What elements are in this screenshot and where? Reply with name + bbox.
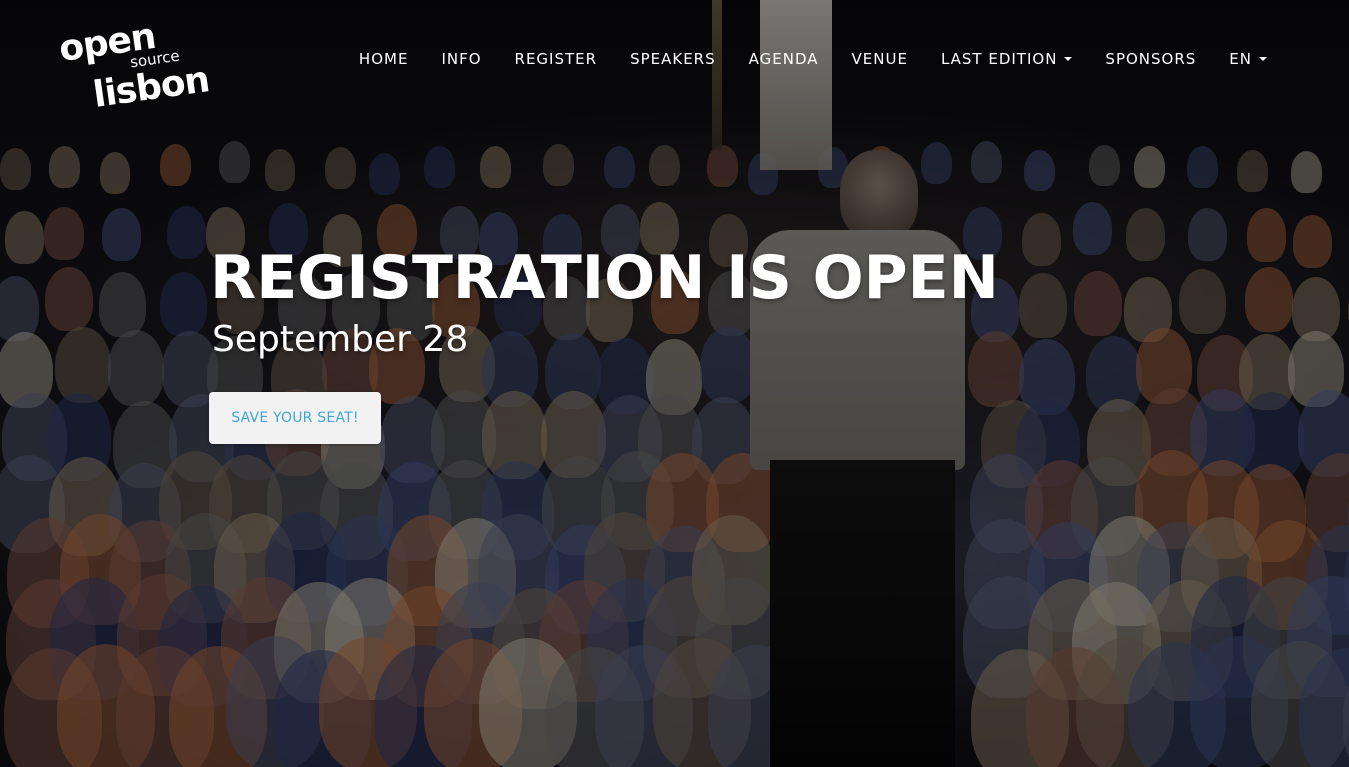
nav-item-info[interactable]: INFO — [441, 50, 481, 68]
event-date: September 28 — [212, 319, 469, 360]
nav-item-agenda[interactable]: AGENDA — [749, 50, 819, 68]
nav-item-speakers[interactable]: SPEAKERS — [630, 50, 716, 68]
hero-section: open source lisbon HOME INFO REGISTER SP… — [0, 0, 1349, 767]
nav-item-label: VENUE — [851, 50, 908, 68]
logo-lisbon-text: lisbon — [90, 59, 212, 116]
nav-item-label: INFO — [441, 50, 482, 68]
main-nav: HOME INFO REGISTER SPEAKERS AGENDA VENUE… — [326, 50, 1267, 68]
nav-item-label: HOME — [358, 50, 409, 68]
nav-item-label: SPONSORS — [1105, 50, 1197, 68]
nav-item-label: AGENDA — [748, 50, 819, 68]
site-logo[interactable]: open source lisbon — [57, 16, 212, 116]
nav-item-venue[interactable]: VENUE — [852, 50, 908, 68]
nav-item-sponsors[interactable]: SPONSORS — [1105, 50, 1196, 68]
nav-item-label: LAST EDITION — [940, 50, 1058, 68]
nav-item-label: REGISTER — [514, 50, 598, 68]
nav-item-label: EN — [1229, 50, 1252, 68]
nav-item-home[interactable]: HOME — [359, 50, 409, 68]
caret-down-icon — [1259, 57, 1267, 61]
nav-item-last-edition[interactable]: LAST EDITION — [940, 50, 1073, 68]
navbar: open source lisbon HOME INFO REGISTER SP… — [0, 0, 1349, 120]
hero-text: REGISTRATION IS OPEN September 28 — [210, 243, 999, 361]
hero-title: REGISTRATION IS OPEN — [210, 243, 999, 313]
caret-down-icon — [1064, 57, 1073, 61]
nav-item-register[interactable]: REGISTER — [515, 50, 598, 68]
save-your-seat-button[interactable]: SAVE YOUR SEAT! — [209, 392, 381, 444]
nav-item-label: SPEAKERS — [630, 50, 716, 68]
nav-item-language[interactable]: EN — [1229, 50, 1267, 68]
